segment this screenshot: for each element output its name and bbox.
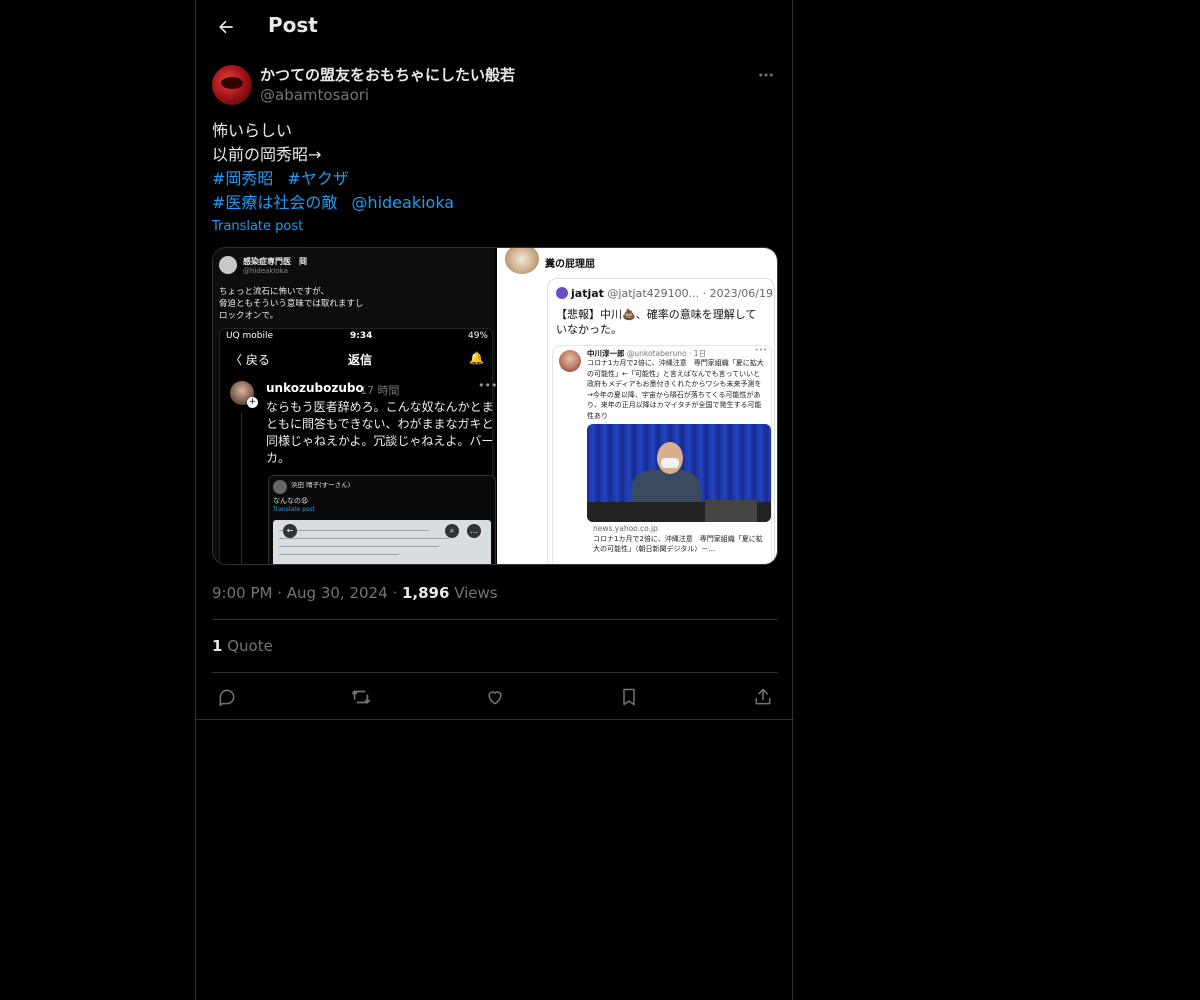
author-display-name[interactable]: かつての盟友をおもちゃにしたい般若 [260, 64, 515, 85]
phone-nav-title: 返信 [348, 353, 373, 367]
divider [212, 672, 778, 673]
quoted-user: jatjat @jatjat429100... · 2023/06/19 [556, 287, 773, 300]
more-horizontal-icon [759, 73, 773, 77]
media-image-right[interactable]: 糞の屁理屈 jatjat @jatjat429100... · 2023/06/… [497, 248, 777, 564]
quote-label: Quote [227, 637, 273, 655]
bell-icon: 🔔 [469, 351, 484, 365]
reply-text: ならもう医者辞めろ。こんな奴なんかとまともに問答もできない、わがままなガキと同様… [266, 400, 494, 465]
mention-link[interactable]: @hideakioka [351, 193, 454, 212]
bookmark-icon [623, 688, 635, 706]
quoted-text: 【悲報】中川💩、確率の意味を理解していなかった。 [556, 308, 757, 336]
quoted-translate: Translate post [273, 506, 316, 513]
author-handle[interactable]: @abamtosaori [260, 86, 369, 104]
post-text-line: 以前の岡秀昭→ [212, 145, 322, 164]
avatar [219, 256, 237, 274]
share-icon [755, 688, 771, 705]
inner-quoted-post: 中川淳一郎 @unkotaberuno · 1日 ••• コロナ1カ月で2倍に、… [552, 345, 772, 564]
quote-count: 1 [212, 637, 223, 655]
phone-screenshot: UQ mobile 9:34 49% 〈 戻る 返信 🔔 + unkozuboz… [219, 328, 497, 564]
link-title: コロナ1カ月で2倍に、沖縄注意 専門家組織「夏に拡大の可能性」（朝日新聞デジタル… [593, 535, 763, 553]
screenshot-author-handle: @hideakioka [243, 267, 288, 275]
post-text-line: 怖いらしい [212, 121, 293, 140]
post-media: 感染症専門医 岡 @hideakioka ちょっと流石に怖いですが、 脅迫ともそ… [212, 247, 778, 565]
quoted-text: なんなの😩 [273, 497, 309, 505]
screenshot-text: ちょっと流石に怖いですが、 脅迫ともそういう意味では取れますし ロックオンで。 [219, 287, 364, 321]
quotes-stat[interactable]: 1 Quote [212, 637, 273, 655]
views-label: Views [454, 584, 498, 602]
divider [212, 619, 778, 620]
media-image-left[interactable]: 感染症専門医 岡 @hideakioka ちょっと流石に怖いですが、 脅迫ともそ… [213, 248, 497, 564]
status-time: 9:34 [350, 331, 373, 341]
reply-icon [219, 689, 235, 707]
quoted-author: 浜田 晴子(すーさん) [291, 481, 351, 489]
post-metadata: 9:00 PM · Aug 30, 2024 · 1,896 Views [212, 584, 498, 602]
back-button[interactable] [208, 9, 244, 45]
news-photo [587, 424, 771, 522]
quoted-document-image: ← ⌕ … [273, 520, 491, 564]
avatar [556, 287, 568, 299]
post-detail-column: Post かつての盟友をおもちゃにしたい般若 @abamtosaori 怖いらし… [195, 0, 794, 1000]
post-date[interactable]: Aug 30, 2024 [287, 584, 388, 602]
heart-icon [488, 691, 502, 705]
quoted-card: jatjat @jatjat429100... · 2023/06/19 【悲報… [547, 278, 775, 564]
divider [196, 719, 794, 720]
arrow-left-icon [219, 20, 233, 34]
battery-text: 49% [467, 331, 488, 341]
more-horizontal-icon: ••• [478, 379, 498, 392]
page-title: Post [268, 13, 318, 37]
post-author: かつての盟友をおもちゃにしたい般若 @abamtosaori [212, 64, 778, 108]
post-body: 怖いらしい 以前の岡秀昭→ #岡秀昭 #ヤクザ #医療は社会の敵 @hideakio… [212, 119, 778, 215]
avatar [505, 248, 539, 274]
hashtag-link[interactable]: #岡秀昭 [212, 169, 273, 188]
screenshot-title: 糞の屁理屈 [545, 259, 595, 270]
repost-icon [351, 690, 371, 704]
thread-line [241, 413, 242, 563]
avatar [559, 350, 581, 372]
search-icon: ⌕ [445, 524, 459, 538]
link-source: news.yahoo.co.jp [593, 524, 658, 533]
top-bar: Post [196, 0, 794, 54]
post-time[interactable]: 9:00 PM [212, 584, 272, 602]
views-count: 1,896 [401, 584, 450, 602]
share-button[interactable] [748, 682, 778, 712]
reply-author: unkozubozubo [266, 381, 364, 395]
action-bar [212, 682, 778, 712]
repost-button[interactable] [346, 682, 376, 712]
more-horizontal-icon: … [467, 524, 481, 538]
phone-nav-bar: 〈 戻る 返信 🔔 [226, 351, 488, 371]
inner-text: コロナ1カ月で2倍に、沖縄注意 専門家組織「夏に拡大の可能性」←「可能性」と言え… [587, 359, 764, 420]
more-options-button[interactable] [754, 64, 778, 86]
like-button[interactable] [480, 682, 510, 712]
reply-button[interactable] [212, 682, 242, 712]
quoted-post: 浜田 晴子(すーさん) なんなの😩 Translate post ← ⌕ … [268, 475, 496, 564]
hashtag-link[interactable]: #医療は社会の敵 [212, 193, 337, 212]
plus-icon: + [247, 397, 258, 408]
screenshot-author-name: 感染症専門医 岡 [243, 257, 307, 266]
hashtag-link[interactable]: #ヤクザ [287, 169, 348, 188]
translate-post-link[interactable]: Translate post [212, 219, 303, 234]
avatar [273, 480, 287, 494]
bookmark-button[interactable] [614, 682, 644, 712]
avatar[interactable] [212, 65, 252, 105]
phone-back-label: 〈 戻る [230, 353, 270, 367]
arrow-left-icon: ← [283, 524, 297, 538]
carrier-text: UQ mobile [226, 331, 274, 341]
reply-time: 17 時間 [360, 384, 400, 397]
more-horizontal-icon: ••• [754, 346, 767, 354]
